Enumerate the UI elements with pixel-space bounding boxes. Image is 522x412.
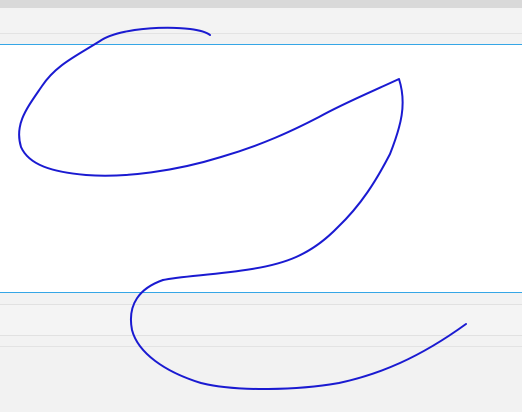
bottom-panel — [0, 346, 522, 412]
toolbar-strip — [0, 8, 522, 34]
drawing-canvas[interactable] — [0, 44, 522, 293]
drawing-app — [0, 0, 522, 412]
top-band — [0, 0, 522, 8]
panel-strip — [0, 304, 522, 336]
